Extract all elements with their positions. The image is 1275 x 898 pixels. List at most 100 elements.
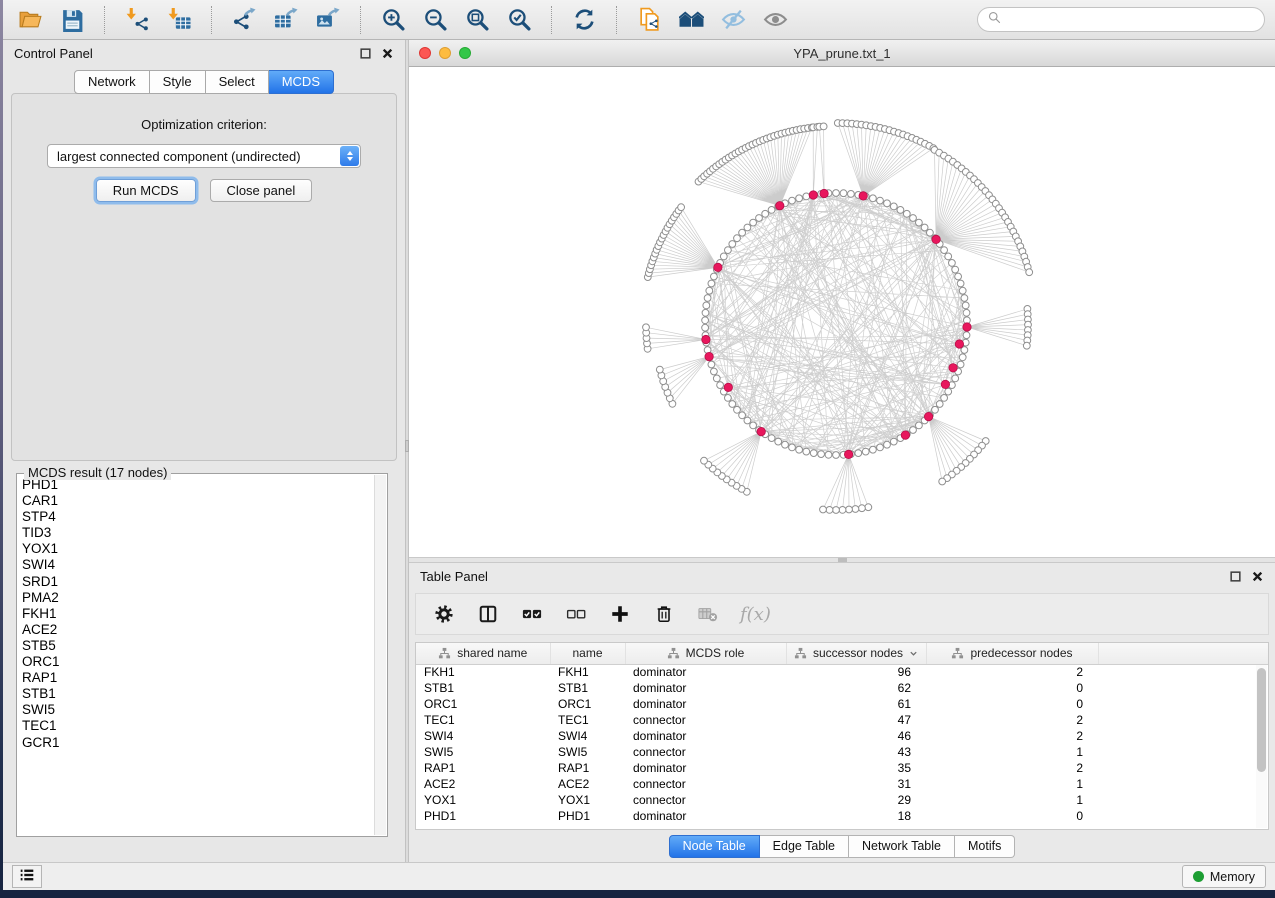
network-node[interactable] bbox=[803, 448, 810, 455]
hide-selected-icon[interactable] bbox=[716, 4, 750, 36]
mcds-hub-node[interactable] bbox=[702, 335, 710, 343]
network-node[interactable] bbox=[825, 451, 832, 458]
mcds-hub-node[interactable] bbox=[820, 189, 828, 197]
table-row[interactable]: RAP1RAP1dominator352 bbox=[416, 760, 1268, 776]
column-header-mcds-role[interactable]: MCDS role bbox=[625, 643, 786, 664]
mcds-result-item[interactable]: STB5 bbox=[17, 638, 387, 654]
network-node[interactable] bbox=[739, 229, 746, 236]
column-header-name[interactable]: name bbox=[550, 643, 625, 664]
network-node[interactable] bbox=[936, 401, 943, 408]
close-icon[interactable] bbox=[381, 47, 394, 60]
search-input[interactable] bbox=[1007, 13, 1255, 27]
network-node[interactable] bbox=[961, 295, 968, 302]
mcds-result-item[interactable]: YOX1 bbox=[17, 541, 387, 557]
task-history-button[interactable] bbox=[12, 865, 42, 888]
network-node[interactable] bbox=[796, 446, 803, 453]
network-node[interactable] bbox=[833, 507, 840, 514]
mcds-hub-node[interactable] bbox=[924, 412, 932, 420]
mcds-result-item[interactable]: PMA2 bbox=[17, 590, 387, 606]
network-node[interactable] bbox=[833, 190, 840, 197]
network-node[interactable] bbox=[862, 448, 869, 455]
mcds-result-item[interactable]: TEC1 bbox=[17, 718, 387, 734]
network-node[interactable] bbox=[957, 361, 964, 368]
select-all-icon[interactable] bbox=[520, 602, 544, 626]
mcds-result-item[interactable]: ACE2 bbox=[17, 622, 387, 638]
mcds-hub-node[interactable] bbox=[941, 380, 949, 388]
mcds-result-item[interactable]: SRD1 bbox=[17, 574, 387, 590]
import-table-icon[interactable] bbox=[162, 4, 196, 36]
network-node[interactable] bbox=[955, 273, 962, 280]
criterion-dropdown[interactable]: largest connected component (undirected) bbox=[47, 144, 361, 168]
network-node[interactable] bbox=[959, 287, 966, 294]
network-node[interactable] bbox=[734, 406, 741, 413]
table-row[interactable]: TEC1TEC1connector472 bbox=[416, 712, 1268, 728]
network-node[interactable] bbox=[729, 241, 736, 248]
table-scrollbar[interactable] bbox=[1256, 665, 1267, 828]
table-row[interactable]: YOX1YOX1connector291 bbox=[416, 792, 1268, 808]
export-image-icon[interactable] bbox=[311, 4, 345, 36]
delete-table-icon[interactable] bbox=[696, 602, 720, 626]
network-node[interactable] bbox=[768, 207, 775, 214]
zoom-in-icon[interactable] bbox=[376, 4, 410, 36]
network-node[interactable] bbox=[916, 422, 923, 429]
mcds-hub-node[interactable] bbox=[705, 352, 713, 360]
mcds-result-list[interactable]: PHD1CAR1STP4TID3YOX1SWI4SRD1PMA2FKH1ACE2… bbox=[16, 473, 388, 837]
network-node[interactable] bbox=[949, 260, 956, 267]
close-panel-button[interactable]: Close panel bbox=[210, 179, 313, 202]
network-node[interactable] bbox=[903, 210, 910, 217]
network-node[interactable] bbox=[859, 505, 866, 512]
mcds-hub-node[interactable] bbox=[949, 364, 957, 372]
network-node[interactable] bbox=[890, 438, 897, 445]
mcds-result-item[interactable]: CAR1 bbox=[17, 493, 387, 509]
memory-button[interactable]: Memory bbox=[1182, 865, 1266, 888]
network-node[interactable] bbox=[720, 253, 727, 260]
add-row-icon[interactable] bbox=[608, 602, 632, 626]
mcds-hub-node[interactable] bbox=[757, 427, 765, 435]
network-node[interactable] bbox=[725, 247, 732, 254]
network-node[interactable] bbox=[739, 412, 746, 419]
network-node[interactable] bbox=[932, 406, 939, 413]
mcds-result-item[interactable]: STB1 bbox=[17, 686, 387, 702]
network-node[interactable] bbox=[744, 224, 751, 231]
network-node[interactable] bbox=[963, 309, 970, 316]
show-all-icon[interactable] bbox=[758, 4, 792, 36]
tab-motifs[interactable]: Motifs bbox=[955, 835, 1015, 858]
network-node[interactable] bbox=[945, 388, 952, 395]
network-node[interactable] bbox=[768, 435, 775, 442]
network-node[interactable] bbox=[708, 280, 715, 287]
network-node[interactable] bbox=[846, 506, 853, 513]
network-node[interactable] bbox=[962, 302, 969, 309]
close-icon[interactable] bbox=[1251, 570, 1264, 583]
mcds-result-item[interactable]: GCR1 bbox=[17, 735, 387, 751]
network-node[interactable] bbox=[820, 123, 827, 130]
network-node[interactable] bbox=[848, 191, 855, 198]
mcds-result-item[interactable]: RAP1 bbox=[17, 670, 387, 686]
network-node[interactable] bbox=[941, 395, 948, 402]
network-node[interactable] bbox=[702, 317, 709, 324]
copy-network-icon[interactable] bbox=[632, 4, 666, 36]
network-node[interactable] bbox=[789, 197, 796, 204]
save-icon[interactable] bbox=[55, 4, 89, 36]
network-node[interactable] bbox=[789, 444, 796, 451]
mcds-hub-node[interactable] bbox=[901, 431, 909, 439]
network-node[interactable] bbox=[910, 215, 917, 222]
network-node[interactable] bbox=[810, 450, 817, 457]
network-node[interactable] bbox=[820, 506, 827, 513]
network-node[interactable] bbox=[939, 478, 946, 485]
network-node[interactable] bbox=[826, 507, 833, 514]
tab-mcds[interactable]: MCDS bbox=[269, 70, 334, 94]
network-node[interactable] bbox=[852, 506, 859, 513]
tab-network[interactable]: Network bbox=[74, 70, 150, 94]
network-node[interactable] bbox=[927, 229, 934, 236]
column-header-shared-name[interactable]: shared name bbox=[416, 643, 550, 664]
network-node[interactable] bbox=[921, 224, 928, 231]
network-node[interactable] bbox=[865, 504, 872, 511]
table-row[interactable]: STB1STB1dominator620 bbox=[416, 680, 1268, 696]
open-file-icon[interactable] bbox=[13, 4, 47, 36]
first-neighbors-icon[interactable] bbox=[674, 4, 708, 36]
network-node[interactable] bbox=[656, 366, 663, 373]
network-node[interactable] bbox=[963, 332, 970, 339]
import-network-icon[interactable] bbox=[120, 4, 154, 36]
network-node[interactable] bbox=[703, 302, 710, 309]
float-icon[interactable] bbox=[359, 47, 372, 60]
